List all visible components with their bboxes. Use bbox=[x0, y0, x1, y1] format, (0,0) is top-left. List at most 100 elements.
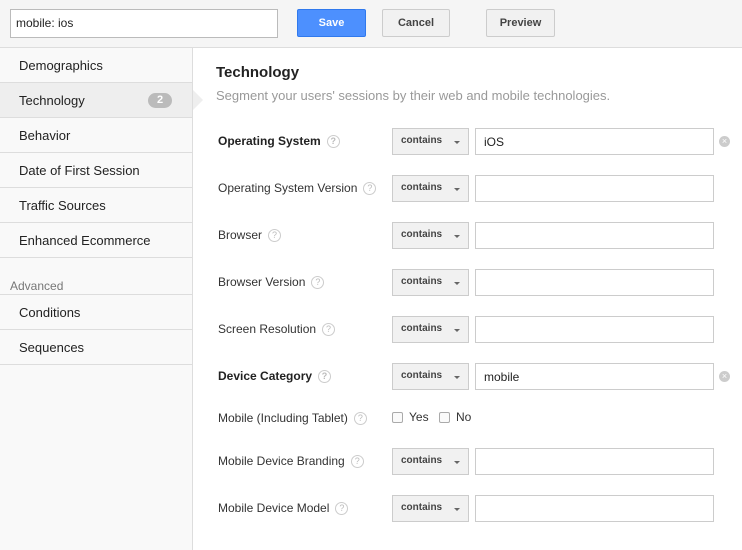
help-icon[interactable]: ? bbox=[350, 455, 364, 469]
filter-label: Browser Version? bbox=[218, 275, 325, 290]
help-icon[interactable]: ? bbox=[311, 276, 325, 290]
filter-label-text: Mobile Device Model bbox=[218, 501, 330, 515]
help-icon[interactable]: ? bbox=[318, 370, 332, 384]
chevron-down-icon bbox=[454, 235, 460, 238]
sidebar-item-demographics[interactable]: Demographics bbox=[0, 48, 192, 83]
filter-label: Screen Resolution? bbox=[218, 322, 336, 337]
help-icon[interactable]: ? bbox=[322, 323, 336, 337]
operator-dropdown[interactable]: contains bbox=[392, 448, 469, 475]
operator-dropdown[interactable]: contains bbox=[392, 363, 469, 390]
clear-icon[interactable]: × bbox=[719, 371, 730, 382]
filter-row: Device Category? contains mobile × bbox=[218, 363, 738, 390]
filter-value-input[interactable] bbox=[475, 316, 714, 343]
sidebar-item-label: Date of First Session bbox=[19, 163, 140, 178]
filter-label: Operating System? bbox=[218, 134, 340, 149]
operator-dropdown[interactable]: contains bbox=[392, 269, 469, 296]
filter-label-text: Mobile Device Branding bbox=[218, 454, 345, 468]
filter-row: Operating System Version? contains bbox=[218, 175, 738, 202]
save-button[interactable]: Save bbox=[297, 9, 366, 37]
active-pointer bbox=[193, 90, 203, 110]
no-option[interactable]: No bbox=[439, 410, 471, 424]
sidebar-item-label: Behavior bbox=[19, 128, 71, 143]
chevron-down-icon bbox=[454, 329, 460, 332]
filter-label-text: Operating System Version bbox=[218, 181, 358, 195]
operator-dropdown[interactable]: contains bbox=[392, 128, 469, 155]
filter-label-text: Browser bbox=[218, 228, 263, 242]
filter-value-input[interactable] bbox=[475, 175, 714, 202]
sidebar-item-label: Demographics bbox=[19, 58, 103, 73]
yes-option[interactable]: Yes bbox=[392, 410, 429, 424]
filter-row: Screen Resolution? contains bbox=[218, 316, 738, 343]
filter-label-text: Operating System bbox=[218, 134, 321, 148]
sidebar-item-technology[interactable]: Technology 2 bbox=[0, 83, 192, 118]
sidebar-item-traffic-sources[interactable]: Traffic Sources bbox=[0, 188, 192, 223]
sidebar: Demographics Technology 2 Behavior Date o… bbox=[0, 48, 193, 550]
filter-label: Mobile (Including Tablet)? bbox=[218, 411, 367, 426]
sidebar-item-behavior[interactable]: Behavior bbox=[0, 118, 192, 153]
filter-value-input[interactable] bbox=[475, 222, 714, 249]
filter-row: Browser? contains bbox=[218, 222, 738, 249]
cancel-button[interactable]: Cancel bbox=[382, 9, 450, 37]
yes-checkbox[interactable] bbox=[392, 412, 403, 424]
operator-dropdown[interactable]: contains bbox=[392, 175, 469, 202]
operator-value: contains bbox=[401, 370, 443, 381]
help-icon[interactable]: ? bbox=[353, 412, 367, 426]
page-subtitle: Segment your users' sessions by their we… bbox=[216, 88, 611, 103]
operator-value: contains bbox=[401, 502, 443, 513]
chevron-down-icon bbox=[454, 461, 460, 464]
operator-dropdown[interactable]: contains bbox=[392, 222, 469, 249]
filter-label: Device Category? bbox=[218, 369, 332, 384]
filter-row: Mobile Device Model? contains bbox=[218, 495, 738, 522]
sidebar-item-conditions[interactable]: Conditions bbox=[0, 295, 192, 330]
filter-label-text: Screen Resolution bbox=[218, 322, 317, 336]
operator-dropdown[interactable]: contains bbox=[392, 316, 469, 343]
filter-value-input[interactable] bbox=[475, 448, 714, 475]
filter-label: Operating System Version? bbox=[218, 181, 377, 196]
filter-row: Mobile Device Branding? contains bbox=[218, 448, 738, 475]
filter-label: Mobile Device Model? bbox=[218, 501, 349, 516]
chevron-down-icon bbox=[454, 188, 460, 191]
count-badge: 2 bbox=[148, 93, 172, 108]
filter-row: Browser Version? contains bbox=[218, 269, 738, 296]
sidebar-item-label: Conditions bbox=[19, 305, 81, 320]
operator-dropdown[interactable]: contains bbox=[392, 495, 469, 522]
clear-icon[interactable]: × bbox=[719, 136, 730, 147]
help-icon[interactable]: ? bbox=[335, 502, 349, 516]
filter-label-text: Mobile (Including Tablet) bbox=[218, 411, 348, 425]
sidebar-item-label: Sequences bbox=[19, 340, 85, 355]
chevron-down-icon bbox=[454, 141, 460, 144]
toolbar: mobile: ios Save Cancel Preview bbox=[0, 0, 742, 48]
yes-label: Yes bbox=[409, 410, 429, 424]
segment-name-input[interactable]: mobile: ios bbox=[10, 9, 278, 38]
filter-label-text: Browser Version bbox=[218, 275, 306, 289]
filter-value-input[interactable]: iOS bbox=[475, 128, 714, 155]
sidebar-item-enhanced-ecommerce[interactable]: Enhanced Ecommerce bbox=[0, 223, 192, 258]
filter-label: Mobile Device Branding? bbox=[218, 454, 364, 469]
no-checkbox[interactable] bbox=[439, 412, 450, 424]
chevron-down-icon bbox=[454, 508, 460, 511]
filter-value-input[interactable]: mobile bbox=[475, 363, 714, 390]
operator-value: contains bbox=[401, 276, 443, 287]
operator-value: contains bbox=[401, 182, 443, 193]
chevron-down-icon bbox=[454, 282, 460, 285]
help-icon[interactable]: ? bbox=[326, 135, 340, 149]
sidebar-item-sequences[interactable]: Sequences bbox=[0, 330, 192, 365]
sidebar-item-label: Enhanced Ecommerce bbox=[19, 233, 151, 248]
page-title: Technology bbox=[216, 64, 300, 81]
filter-value-input[interactable] bbox=[475, 269, 714, 296]
filter-value-input[interactable] bbox=[475, 495, 714, 522]
sidebar-item-date-of-first-session[interactable]: Date of First Session bbox=[0, 153, 192, 188]
filter-label: Browser? bbox=[218, 228, 282, 243]
filter-row: Operating System? contains iOS × bbox=[218, 128, 738, 155]
operator-value: contains bbox=[401, 135, 443, 146]
help-icon[interactable]: ? bbox=[268, 229, 282, 243]
operator-value: contains bbox=[401, 323, 443, 334]
sidebar-item-label: Technology bbox=[19, 93, 85, 108]
no-label: No bbox=[456, 410, 472, 424]
preview-button[interactable]: Preview bbox=[486, 9, 555, 37]
advanced-heading: Advanced bbox=[0, 258, 192, 295]
filter-row: Mobile (Including Tablet)? Yes No bbox=[218, 405, 738, 431]
filter-label-text: Device Category bbox=[218, 369, 313, 383]
help-icon[interactable]: ? bbox=[363, 182, 377, 196]
chevron-down-icon bbox=[454, 376, 460, 379]
